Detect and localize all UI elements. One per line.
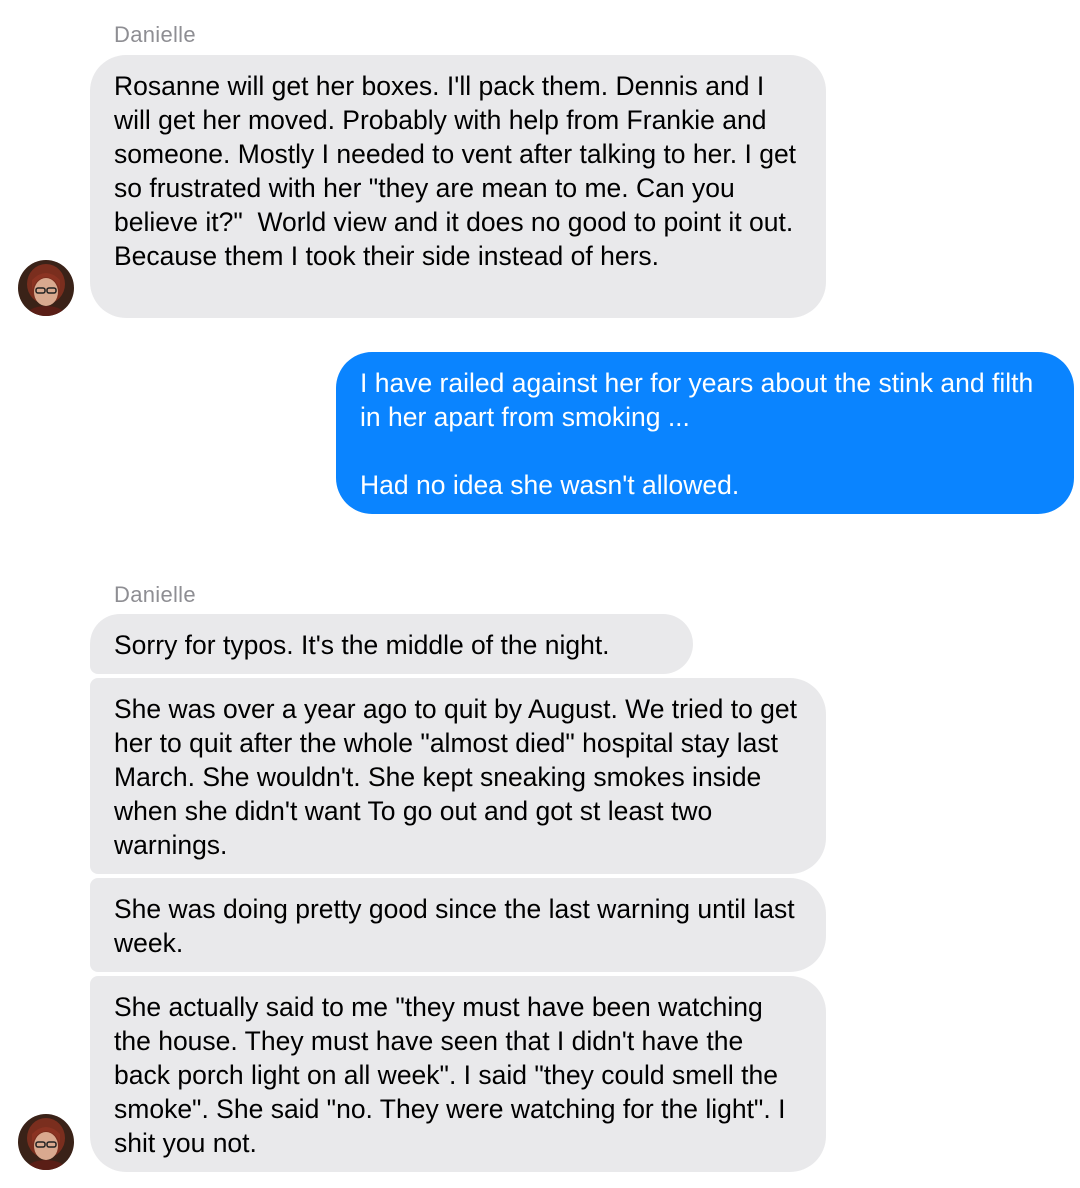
message-bubble-incoming[interactable]: Sorry for typos. It's the middle of the … [90, 614, 693, 674]
avatar-photo-icon [18, 260, 74, 316]
message-bubble-incoming[interactable]: She was doing pretty good since the last… [90, 878, 826, 972]
avatar-photo-icon [18, 1114, 74, 1170]
message-bubble-incoming[interactable]: She was over a year ago to quit by Augus… [90, 678, 826, 874]
message-bubble-incoming[interactable]: She actually said to me "they must have … [90, 976, 826, 1172]
sender-name: Danielle [114, 582, 196, 607]
message-bubble-outgoing[interactable]: I have railed against her for years abou… [336, 352, 1074, 514]
message-bubble-incoming[interactable]: Rosanne will get her boxes. I'll pack th… [90, 55, 826, 318]
avatar[interactable] [18, 1114, 74, 1170]
sender-name: Danielle [114, 22, 196, 47]
avatar[interactable] [18, 260, 74, 316]
